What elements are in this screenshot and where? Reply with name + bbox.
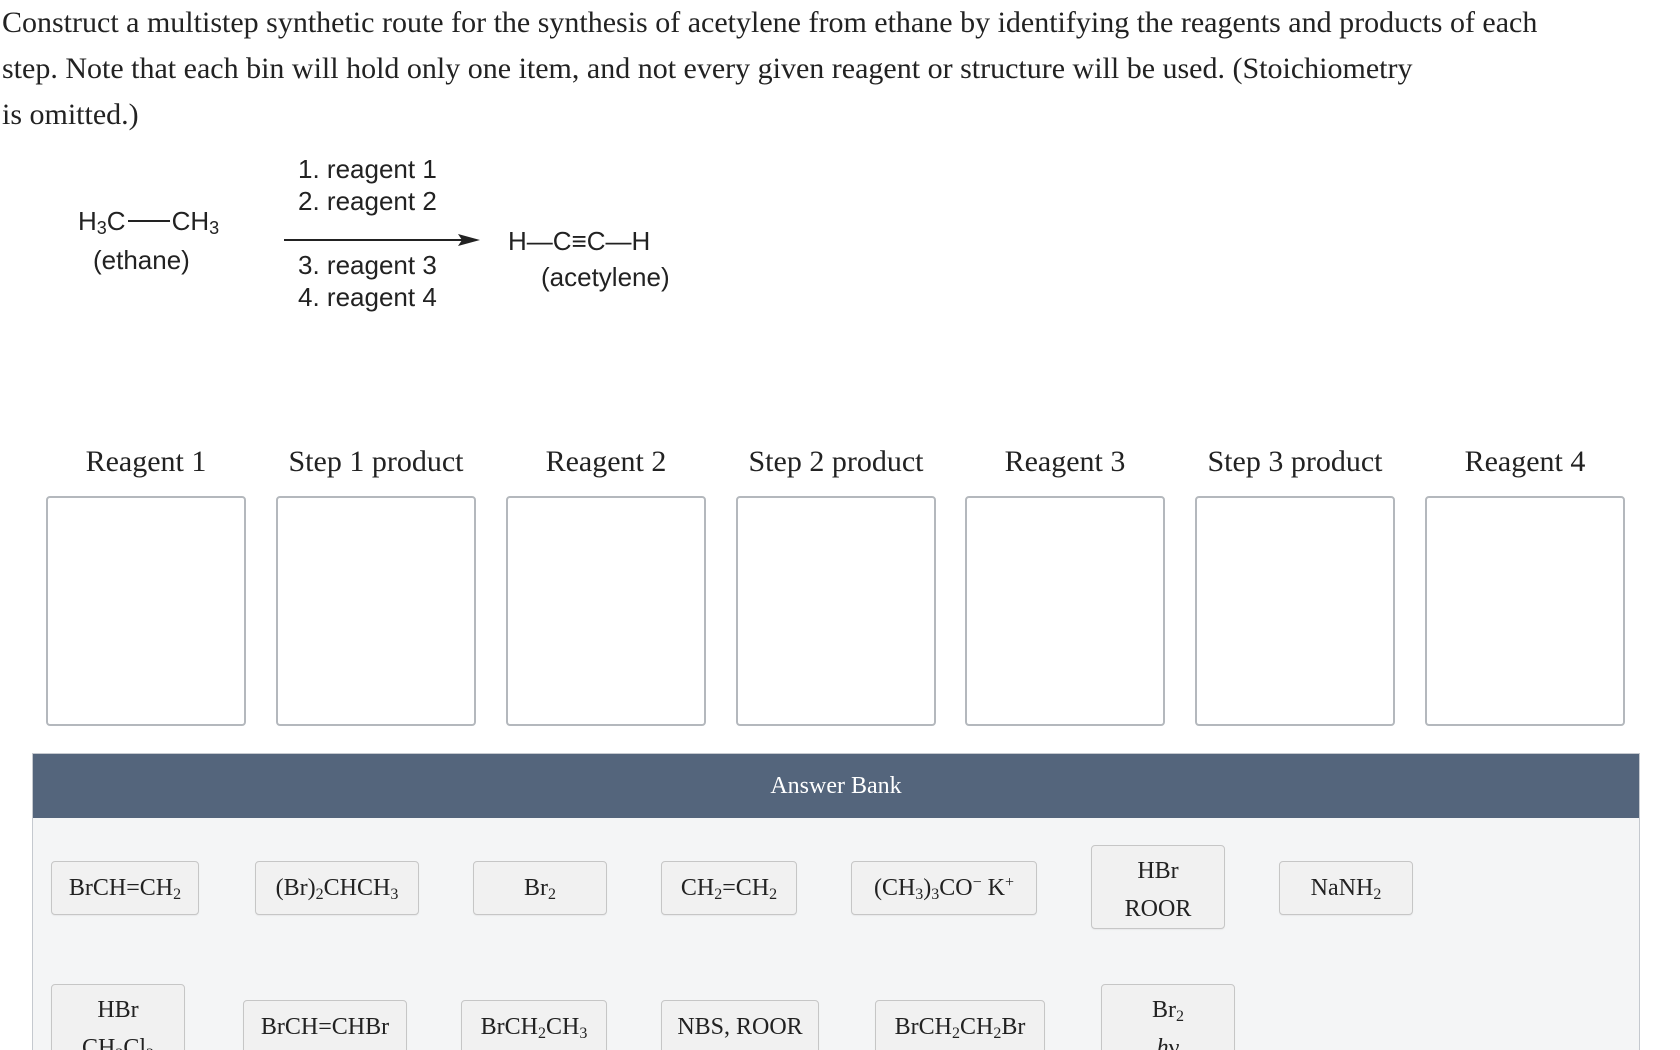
reaction-scheme: H3C CH3 (ethane) 1. reagent 1 2. reagent … — [0, 140, 800, 330]
tile-brch-chbr[interactable]: BrCH=CHBr — [243, 1000, 407, 1050]
tile-hbr-ch2cl2[interactable]: HBrCH2Cl2 — [51, 984, 185, 1050]
answer-bank: Answer Bank BrCH=CH2 (Br)2CHCH3 Br2 CH2=… — [32, 753, 1640, 1050]
answer-bank-title: Answer Bank — [33, 754, 1639, 818]
drop-zone[interactable] — [276, 496, 476, 726]
acetylene-structure: H—C≡C—H — [508, 226, 651, 256]
acetylene-label: (acetylene) — [541, 262, 670, 292]
reagent-step-1-label: 1. reagent 1 — [298, 154, 437, 184]
bin-step-2-product: Step 2 product — [736, 440, 936, 726]
drop-zone[interactable] — [46, 496, 246, 726]
tile-brch-ch2[interactable]: BrCH=CH2 — [51, 861, 199, 915]
tile-brch2ch3[interactable]: BrCH2CH3 — [461, 1000, 607, 1050]
drop-zone[interactable] — [736, 496, 936, 726]
bin-label: Reagent 1 — [85, 445, 207, 478]
bin-reagent-3: Reagent 3 — [965, 440, 1165, 726]
drop-zone[interactable] — [506, 496, 706, 726]
tile-brch2ch2br[interactable]: BrCH2CH2Br — [875, 1000, 1045, 1050]
reagent-step-3-label: 3. reagent 3 — [298, 250, 437, 280]
bin-label: Reagent 4 — [1464, 445, 1586, 478]
bin-label: Step 3 product — [1207, 445, 1383, 478]
tile-ethylene[interactable]: CH2=CH2 — [661, 861, 797, 915]
bin-label: Step 1 product — [288, 445, 464, 478]
question-line-1: Construct a multistep synthetic route fo… — [2, 6, 1538, 39]
ethane-structure: H3C CH3 — [78, 206, 220, 238]
reagent-step-4-label: 4. reagent 4 — [298, 282, 437, 312]
bin-reagent-4: Reagent 4 — [1425, 440, 1625, 726]
drop-zone[interactable] — [1425, 496, 1625, 726]
question-line-3: is omitted.) — [2, 98, 139, 131]
question-prompt: Construct a multistep synthetic route fo… — [2, 0, 1672, 138]
bin-step-1-product: Step 1 product — [276, 440, 476, 726]
bin-label: Reagent 3 — [1004, 445, 1126, 478]
bin-reagent-1: Reagent 1 — [46, 440, 246, 726]
tile-br2[interactable]: Br2 — [473, 861, 607, 915]
tile-dibromoethane-geminal[interactable]: (Br)2CHCH3 — [255, 861, 419, 915]
bin-label: Reagent 2 — [545, 445, 667, 478]
bin-reagent-2: Reagent 2 — [506, 440, 706, 726]
question-line-2: step. Note that each bin will hold only … — [2, 52, 1413, 85]
reaction-arrow — [284, 234, 480, 246]
bin-step-3-product: Step 3 product — [1195, 440, 1395, 726]
tile-br2-hv[interactable]: Br2 hν — [1101, 984, 1235, 1050]
drop-zone[interactable] — [1195, 496, 1395, 726]
reagent-step-2-label: 2. reagent 2 — [298, 186, 437, 216]
ethane-label: (ethane) — [93, 245, 190, 275]
bin-label: Step 2 product — [748, 445, 924, 478]
tile-nanh2[interactable]: NaNH2 — [1279, 861, 1413, 915]
tile-hbr-roor[interactable]: HBr ROOR — [1091, 845, 1225, 929]
tile-nbs-roor[interactable]: NBS, ROOR — [661, 1000, 819, 1050]
drop-zone[interactable] — [965, 496, 1165, 726]
tile-potassium-tert-butoxide[interactable]: (CH3)3CO− K+ — [851, 861, 1037, 915]
